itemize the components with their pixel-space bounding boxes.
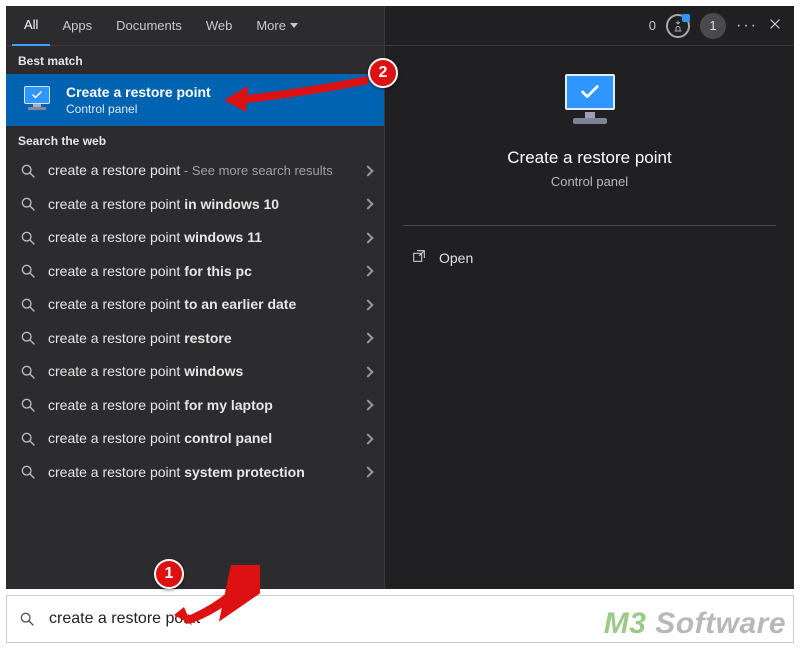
best-match-subtitle: Control panel [66,102,211,116]
web-result[interactable]: create a restore point in windows 10 [6,188,384,222]
open-label: Open [439,250,473,266]
open-action[interactable]: Open [385,242,794,273]
web-result-text: create a restore point for this pc [48,263,356,281]
web-result[interactable]: create a restore point for this pc [6,255,384,289]
restore-point-icon [20,86,54,114]
search-icon [20,297,36,313]
web-result[interactable]: create a restore point to an earlier dat… [6,288,384,322]
result-preview: Create a restore point Control panel [385,46,794,209]
search-icon [20,163,36,179]
open-icon [411,248,427,267]
chevron-right-icon[interactable] [362,400,373,411]
tab-more[interactable]: More [244,6,310,46]
watermark: M3 Software [604,607,786,641]
best-match-label: Best match [6,46,384,74]
annotation-badge-1: 1 [154,559,184,589]
chevron-right-icon[interactable] [362,333,373,344]
chevron-right-icon[interactable] [362,433,373,444]
tab-all[interactable]: All [12,6,50,46]
divider [403,225,776,226]
web-result[interactable]: create a restore point control panel [6,422,384,456]
search-icon [20,196,36,212]
web-result[interactable]: create a restore point windows [6,355,384,389]
search-icon [20,431,36,447]
search-the-web-label: Search the web [6,126,384,154]
web-result[interactable]: create a restore point windows 11 [6,221,384,255]
chevron-down-icon [290,23,298,28]
more-options-icon[interactable]: ··· [736,17,758,35]
rewards-count: 0 [649,18,656,33]
web-result-text: create a restore point windows 11 [48,229,356,247]
chevron-right-icon[interactable] [362,299,373,310]
best-match-title: Create a restore point [66,84,211,100]
search-scope-tabs: All Apps Documents Web More [6,6,384,46]
search-icon [20,263,36,279]
web-result-text: create a restore point - See more search… [48,162,356,180]
web-result-text: create a restore point to an earlier dat… [48,296,356,314]
web-result-text: create a restore point windows [48,363,356,381]
restore-point-icon [555,74,625,130]
web-result-text: create a restore point restore [48,330,356,348]
annotation-arrow-2 [218,72,378,122]
web-result[interactable]: create a restore point restore [6,322,384,356]
web-result-text: create a restore point in windows 10 [48,196,356,214]
chevron-right-icon[interactable] [362,165,373,176]
search-icon [19,611,35,627]
close-button[interactable] [768,17,782,34]
account-badge[interactable]: 1 [700,13,726,39]
tab-label: Web [206,18,233,33]
web-result[interactable]: create a restore point - See more search… [6,154,384,188]
preview-title: Create a restore point [507,148,671,168]
web-result-text: create a restore point control panel [48,430,356,448]
web-result-text: create a restore point for my laptop [48,397,356,415]
tab-apps[interactable]: Apps [50,6,104,46]
web-results-list: create a restore point - See more search… [6,154,384,589]
search-icon [20,330,36,346]
tab-documents[interactable]: Documents [104,6,194,46]
tab-web[interactable]: Web [194,6,245,46]
search-icon [20,464,36,480]
tab-label: More [256,18,286,33]
chevron-right-icon[interactable] [362,232,373,243]
rewards-icon[interactable] [666,14,690,38]
search-icon [20,364,36,380]
chevron-right-icon[interactable] [362,467,373,478]
search-icon [20,397,36,413]
tab-label: All [24,17,38,32]
web-result-text: create a restore point system protection [48,464,356,482]
web-result[interactable]: create a restore point for my laptop [6,389,384,423]
annotation-badge-2: 2 [368,58,398,88]
web-result[interactable]: create a restore point system protection [6,456,384,490]
tab-label: Documents [116,18,182,33]
tab-label: Apps [62,18,92,33]
search-icon [20,230,36,246]
chevron-right-icon[interactable] [362,199,373,210]
chevron-right-icon[interactable] [362,366,373,377]
chevron-right-icon[interactable] [362,266,373,277]
preview-subtitle: Control panel [551,174,628,189]
